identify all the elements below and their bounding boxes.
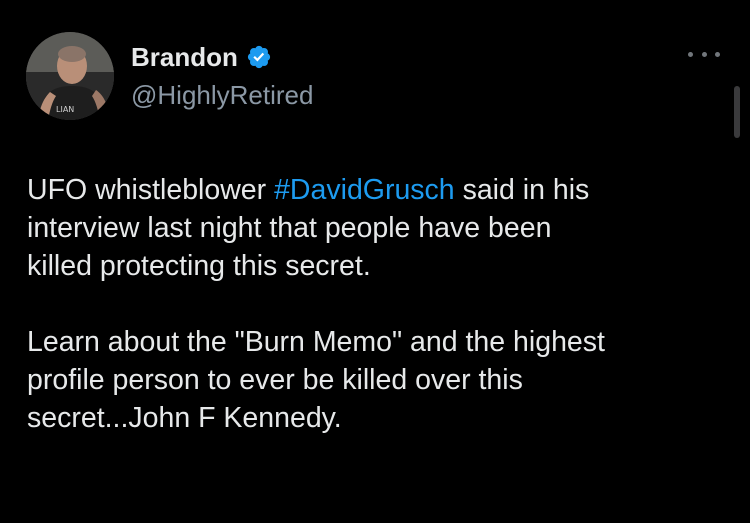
- tweet-text-segment: said in his: [454, 174, 590, 206]
- tweet-card: LIAN Brandon @HighlyRetired UFO whistleb…: [0, 0, 750, 523]
- avatar[interactable]: LIAN: [26, 32, 114, 120]
- tweet-text-line: UFO whistleblower #DavidGrusch said in h…: [27, 171, 727, 209]
- verified-badge-icon: [247, 45, 270, 69]
- avatar-shirt-text: LIAN: [56, 105, 74, 114]
- scrollbar[interactable]: [734, 86, 740, 138]
- more-horizontal-icon: [688, 51, 693, 57]
- more-horizontal-icon-dot: [701, 51, 707, 57]
- more-horizontal-icon-dot: [715, 51, 720, 57]
- tweet-text-line: interview last night that people have be…: [27, 212, 552, 244]
- tweet-text-line: secret...John F Kennedy.: [27, 402, 342, 434]
- tweet-text-line: Learn about the "Burn Memo" and the high…: [27, 326, 605, 358]
- tweet-text-line: killed protecting this secret.: [27, 250, 371, 282]
- avatar-photo: LIAN: [26, 32, 114, 120]
- more-options-button[interactable]: [688, 44, 720, 64]
- author-name-row: Brandon: [131, 42, 272, 72]
- author-handle[interactable]: @HighlyRetired: [131, 79, 313, 111]
- tweet-text-line: profile person to ever be killed over th…: [27, 364, 523, 396]
- tweet-text-segment: UFO whistleblower: [27, 174, 275, 206]
- hashtag-link[interactable]: #DavidGrusch: [274, 174, 455, 206]
- tweet-text: UFO whistleblower #DavidGrusch said in h…: [27, 171, 727, 437]
- author-display-name[interactable]: Brandon: [131, 42, 238, 72]
